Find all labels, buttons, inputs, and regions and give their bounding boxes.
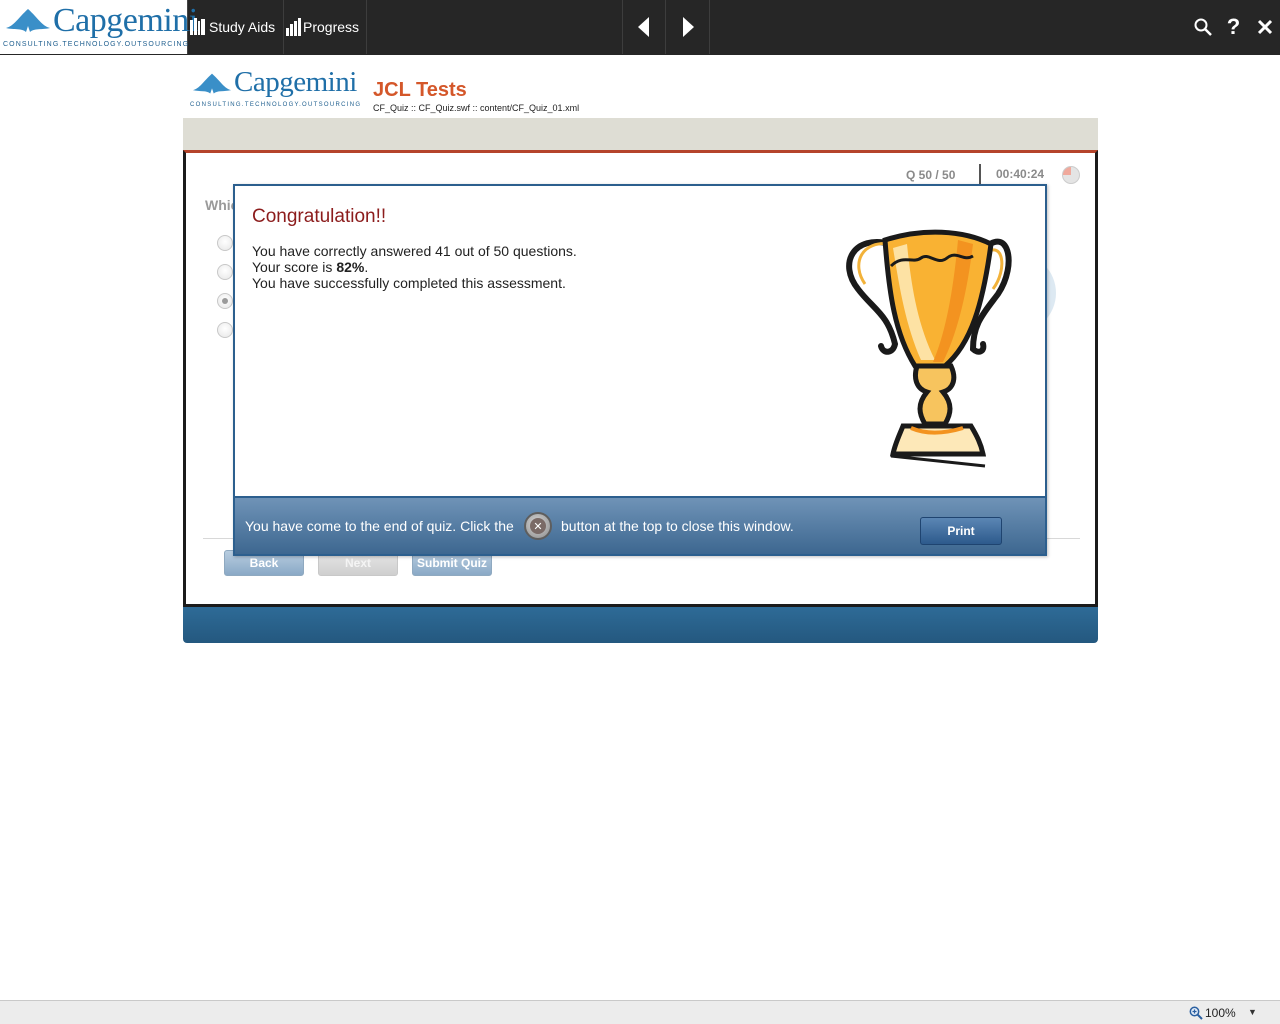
zoom-level[interactable]: 100% — [1205, 1006, 1236, 1020]
dialog-body: You have correctly answered 41 out of 50… — [252, 243, 577, 291]
spade-logo-icon — [192, 73, 232, 94]
completion-text: You have successfully completed this ass… — [252, 275, 566, 291]
books-icon — [190, 18, 205, 35]
quiz-footer-bar — [183, 607, 1098, 643]
dialog-title: Congratulation!! — [252, 206, 387, 227]
correct-answers-text: You have correctly answered 41 out of 50… — [252, 243, 577, 259]
status-bar: 100% ▼ — [0, 1000, 1280, 1024]
study-aids-label: Study Aids — [209, 19, 276, 35]
print-button[interactable]: Print — [920, 517, 1002, 545]
score-value: 82% — [336, 259, 365, 275]
arrow-right-icon — [682, 17, 694, 37]
answer-option-radio[interactable] — [217, 264, 233, 280]
course-logo-tagline: CONSULTING.TECHNOLOGY.OUTSOURCING — [190, 102, 362, 108]
quiz-timer: 00:40:24 — [996, 167, 1045, 181]
spade-logo-icon — [6, 9, 50, 32]
footer-message-start: You have come to the end of quiz. Click … — [245, 518, 514, 534]
answer-option-radio[interactable] — [217, 322, 233, 338]
logo-wordmark: Capgemini — [53, 2, 198, 39]
bar-chart-icon — [286, 18, 301, 36]
dialog-footer: You have come to the end of quiz. Click … — [235, 496, 1045, 554]
zoom-icon[interactable] — [1189, 1006, 1203, 1020]
top-toolbar: Capgemini CONSULTING.TECHNOLOGY.OUTSOURC… — [0, 0, 1280, 55]
answer-option-radio-selected[interactable] — [217, 293, 233, 309]
arrow-left-icon — [638, 17, 649, 37]
help-button[interactable]: ? — [1218, 0, 1249, 54]
chevron-down-icon[interactable]: ▼ — [1248, 1007, 1257, 1017]
progress-label: Progress — [303, 19, 360, 35]
help-icon: ? — [1226, 14, 1241, 39]
logo-tagline: CONSULTING.TECHNOLOGY.OUTSOURCING — [3, 41, 190, 48]
header-band — [183, 118, 1098, 150]
close-icon — [1257, 19, 1272, 35]
score-suffix: . — [364, 259, 369, 275]
close-button[interactable] — [1249, 0, 1280, 54]
score-prefix: Your score is — [252, 259, 337, 275]
course-logo: Capgemini CONSULTING.TECHNOLOGY.OUTSOURC… — [188, 66, 362, 114]
score-line: Your score is 82%. — [252, 259, 577, 275]
close-icon: ✕ — [524, 512, 552, 540]
previous-page-button[interactable] — [622, 0, 666, 54]
answer-option-radio[interactable] — [217, 235, 233, 251]
course-logo-wordmark: Capgemini — [234, 66, 357, 98]
close-icon-inner: ✕ — [530, 518, 546, 534]
progress-button[interactable]: Progress — [284, 0, 367, 54]
capgemini-logo: Capgemini CONSULTING.TECHNOLOGY.OUTSOURC… — [0, 0, 198, 54]
timer-pie-icon — [1062, 166, 1080, 184]
trophy-icon — [846, 229, 1012, 468]
course-path: CF_Quiz :: CF_Quiz.swf :: content/CF_Qui… — [373, 103, 580, 113]
study-aids-button[interactable]: Study Aids — [188, 0, 284, 54]
next-page-button[interactable] — [666, 0, 710, 54]
search-button[interactable] — [1187, 0, 1218, 54]
question-counter: Q 50 / 50 — [906, 168, 956, 182]
timer-divider — [979, 164, 981, 186]
footer-message-end: button at the top to close this window. — [561, 518, 794, 534]
search-icon — [1194, 18, 1212, 36]
course-title: JCL Tests — [373, 79, 467, 101]
result-dialog: Congratulation!! You have correctly answ… — [233, 184, 1047, 556]
